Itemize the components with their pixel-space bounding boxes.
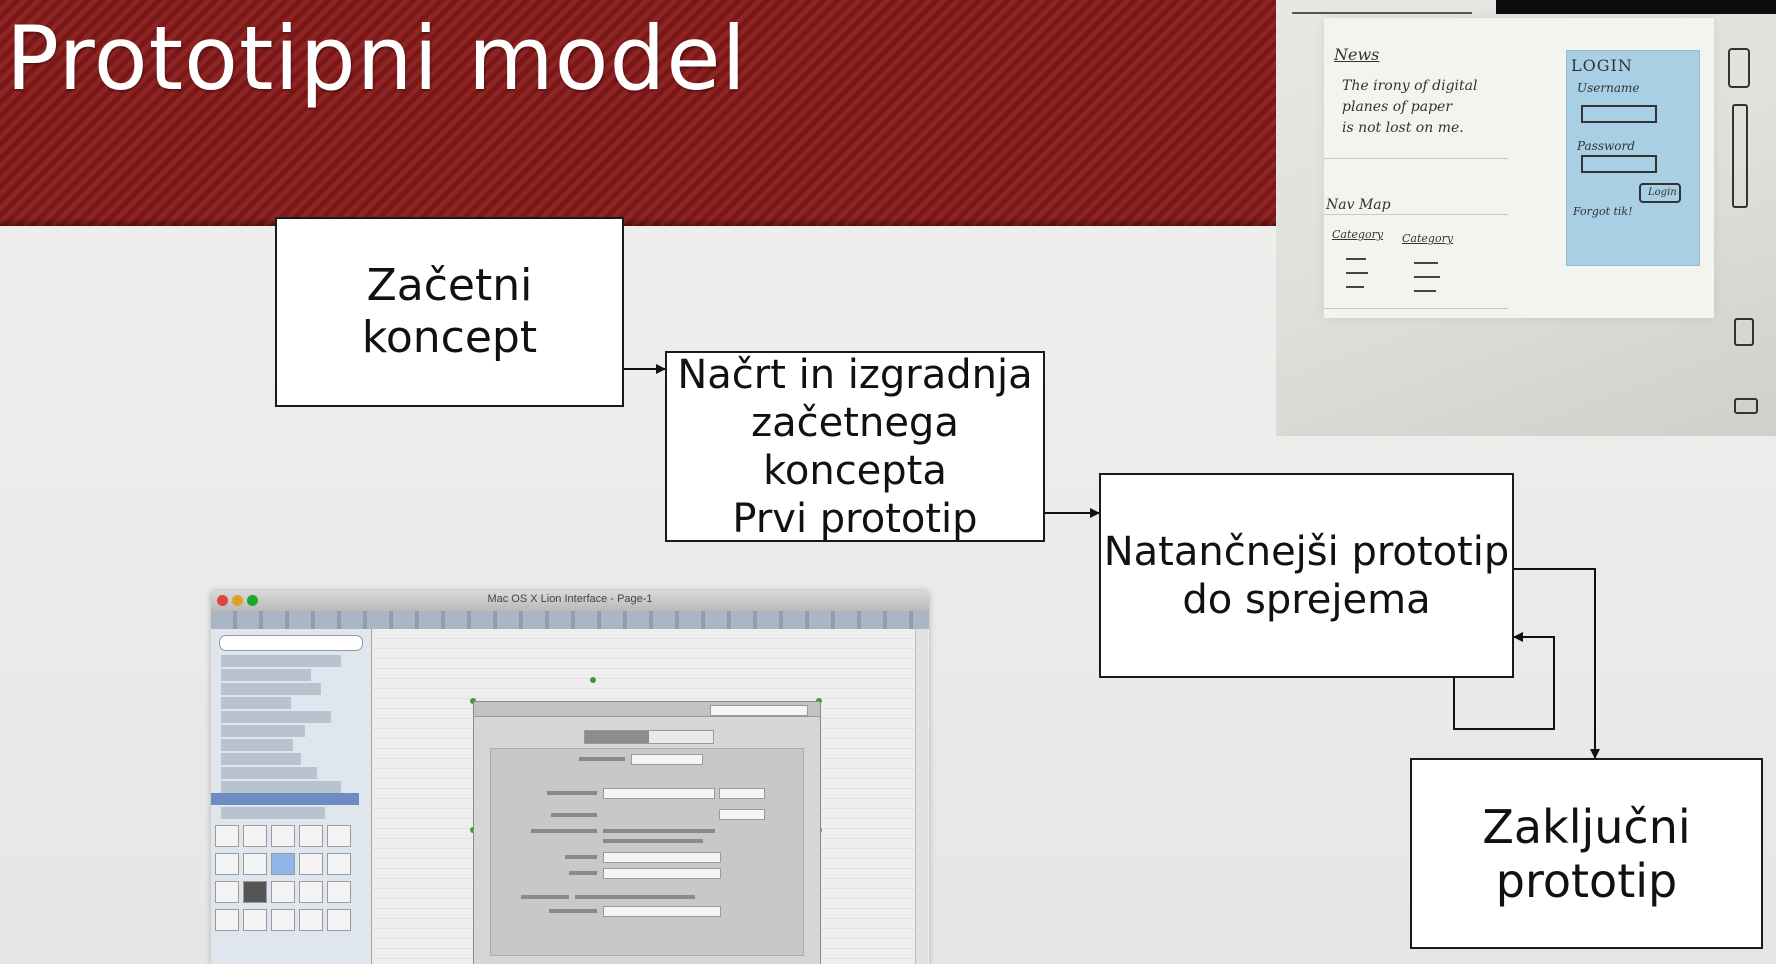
connector-arrows — [624, 364, 1600, 759]
arrow-refinement-loop — [1453, 632, 1555, 730]
